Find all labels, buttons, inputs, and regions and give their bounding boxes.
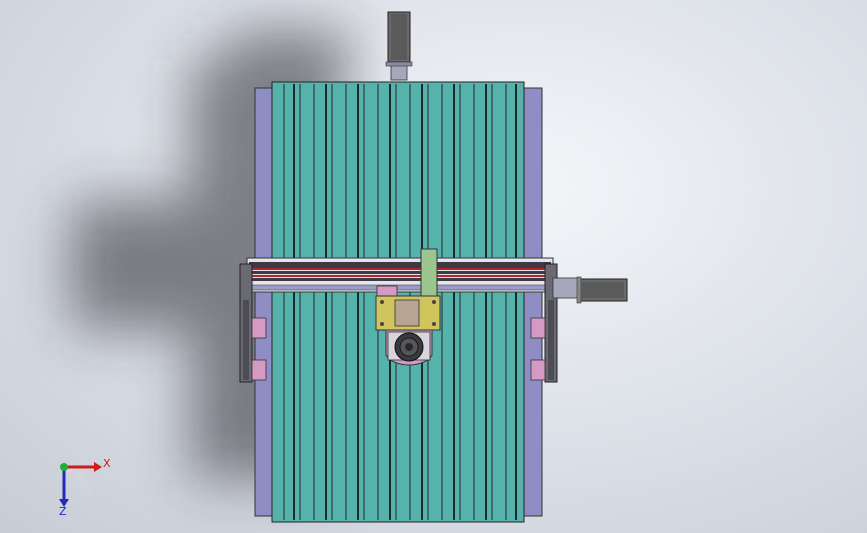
cad-viewport[interactable]: X Z bbox=[0, 0, 867, 533]
cnc-model-drawing bbox=[70, 11, 628, 523]
x-axis-motor bbox=[552, 276, 628, 304]
z-axis-label: Z bbox=[59, 505, 67, 518]
view-orientation-triad: X Z bbox=[50, 455, 120, 517]
x-axis-label: X bbox=[103, 457, 111, 470]
y-axis-motor bbox=[385, 11, 413, 81]
x-gantry bbox=[246, 257, 554, 293]
spindle bbox=[385, 329, 433, 366]
